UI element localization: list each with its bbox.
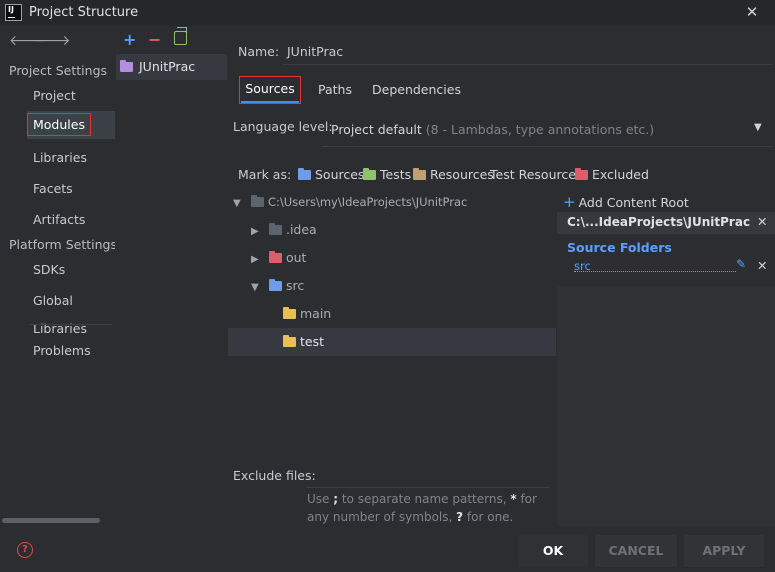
language-level-underline [322, 146, 773, 147]
chevron-right-icon[interactable]: ▶ [251, 246, 265, 274]
folder-icon [283, 307, 296, 319]
name-input[interactable]: JUnitPrac [287, 44, 343, 59]
name-input-underline [283, 64, 773, 65]
sidebar-item-libraries[interactable]: Libraries [27, 144, 115, 172]
mark-as-label: Mark as: [238, 167, 292, 182]
tree-item-test[interactable]: test [228, 328, 556, 356]
sidebar-item-label: Modules [27, 113, 91, 136]
mark-as-tests-label: Tests [379, 167, 412, 182]
apply-button[interactable]: APPLY [684, 535, 764, 567]
mark-as-sources-label: Sources [314, 167, 365, 182]
sidebar-item-project[interactable]: Project [27, 82, 115, 110]
tree-item-label: test [299, 334, 324, 349]
source-folders-title: Source Folders [567, 240, 672, 255]
tree-item-src[interactable]: ▼ src [228, 272, 556, 300]
chevron-down-icon[interactable]: ▼ [233, 190, 247, 218]
resources-folder-icon [413, 168, 426, 180]
exclude-files-hint: Use ; to separate name patterns, * for a… [307, 492, 537, 524]
copy-module-icon[interactable] [174, 27, 187, 45]
add-content-root-label: Add Content Root [578, 195, 689, 210]
module-item-label: JUnitPrac [138, 59, 196, 74]
sidebar-item-problems[interactable]: Problems [27, 337, 115, 365]
module-item-junitprac[interactable]: JUnitPrac [116, 54, 227, 80]
sidebar-scrollbar[interactable] [2, 518, 100, 523]
forward-arrow-icon[interactable]: 🡒 [33, 32, 71, 49]
tree-root[interactable]: ▼ C:\Users\my\IdeaProjects\JUnitPrac [228, 188, 556, 216]
edit-pencil-icon[interactable]: ✎ [736, 257, 746, 271]
chevron-right-icon[interactable]: ▶ [251, 218, 265, 246]
mark-as-test-resources[interactable]: Test Resources [490, 167, 582, 182]
project-settings-header: Project Settings [9, 63, 108, 78]
tree-item-label: main [299, 306, 332, 321]
mark-as-resources[interactable]: Resources [413, 167, 494, 182]
add-module-icon[interactable]: + [123, 30, 136, 49]
language-level-hint: (8 - Lambdas, type annotations etc.) [425, 122, 655, 137]
plus-icon: + [563, 193, 576, 211]
excluded-folder-icon [268, 251, 282, 263]
sources-folder-icon [268, 279, 282, 291]
module-list-panel [115, 26, 228, 516]
chevron-down-icon[interactable]: ▼ [251, 274, 265, 302]
cancel-button[interactable]: CANCEL [595, 535, 677, 567]
tab-paths[interactable]: Paths [318, 82, 352, 97]
language-level-label: Language level: [233, 119, 333, 134]
mark-as-excluded[interactable]: Excluded [575, 167, 649, 182]
help-icon[interactable]: ? [17, 542, 33, 558]
remove-module-icon[interactable]: − [148, 30, 161, 49]
tree-item-main[interactable]: main [228, 300, 556, 328]
sidebar-divider [30, 324, 112, 325]
intellij-app-icon: IJ [5, 4, 22, 21]
tab-sources[interactable]: Sources [239, 76, 301, 104]
language-level-value: Project default [331, 122, 422, 137]
folder-icon [283, 335, 296, 347]
mark-as-resources-label: Resources [429, 167, 494, 182]
remove-content-root-icon[interactable]: ✕ [757, 214, 767, 229]
sidebar-item-sdks[interactable]: SDKs [27, 256, 115, 284]
mark-as-tests[interactable]: Tests [363, 167, 411, 182]
content-root-panel [557, 286, 775, 526]
tab-dependencies[interactable]: Dependencies [372, 82, 461, 97]
exclude-files-input[interactable] [306, 487, 550, 488]
platform-settings-header: Platform Settings [9, 237, 117, 252]
folder-icon [268, 223, 282, 235]
window-title: Project Structure [29, 5, 139, 20]
sidebar-item-facets[interactable]: Facets [27, 175, 115, 203]
tree-item-out[interactable]: ▶ out [228, 244, 556, 272]
language-level-select[interactable]: Project default (8 - Lambdas, type annot… [331, 122, 654, 137]
mark-as-sources[interactable]: Sources [298, 167, 364, 182]
active-tab-indicator [241, 101, 299, 103]
chevron-down-icon[interactable]: ▼ [754, 122, 762, 133]
tree-item-label: out [285, 250, 307, 265]
source-folder-dotted-line [574, 271, 736, 272]
folder-icon [250, 195, 264, 207]
sidebar-item-modules[interactable]: Modules [27, 111, 115, 139]
name-label: Name: [238, 44, 280, 59]
add-content-root-button[interactable]: + Add Content Root [563, 193, 689, 211]
sidebar-item-artifacts[interactable]: Artifacts [27, 206, 115, 234]
ok-button[interactable]: OK [518, 535, 588, 567]
tree-item-label: src [285, 278, 305, 293]
close-window-icon[interactable]: ✕ [744, 3, 760, 21]
mark-as-excluded-label: Excluded [591, 167, 649, 182]
excluded-folder-icon [575, 168, 588, 180]
sidebar-item-global-libraries[interactable]: Global Libraries [27, 287, 115, 336]
tests-folder-icon [363, 168, 376, 180]
remove-source-folder-icon[interactable]: ✕ [757, 258, 767, 273]
module-folder-icon [120, 60, 133, 72]
tree-root-label: C:\Users\my\IdeaProjects\JUnitPrac [267, 195, 468, 209]
tree-item-label: .idea [285, 222, 317, 237]
sources-folder-icon [298, 168, 311, 180]
content-root-path: C:\...IdeaProjects\JUnitPrac [567, 215, 751, 229]
exclude-files-label: Exclude files: [233, 468, 316, 483]
tree-item-idea[interactable]: ▶ .idea [228, 216, 556, 244]
